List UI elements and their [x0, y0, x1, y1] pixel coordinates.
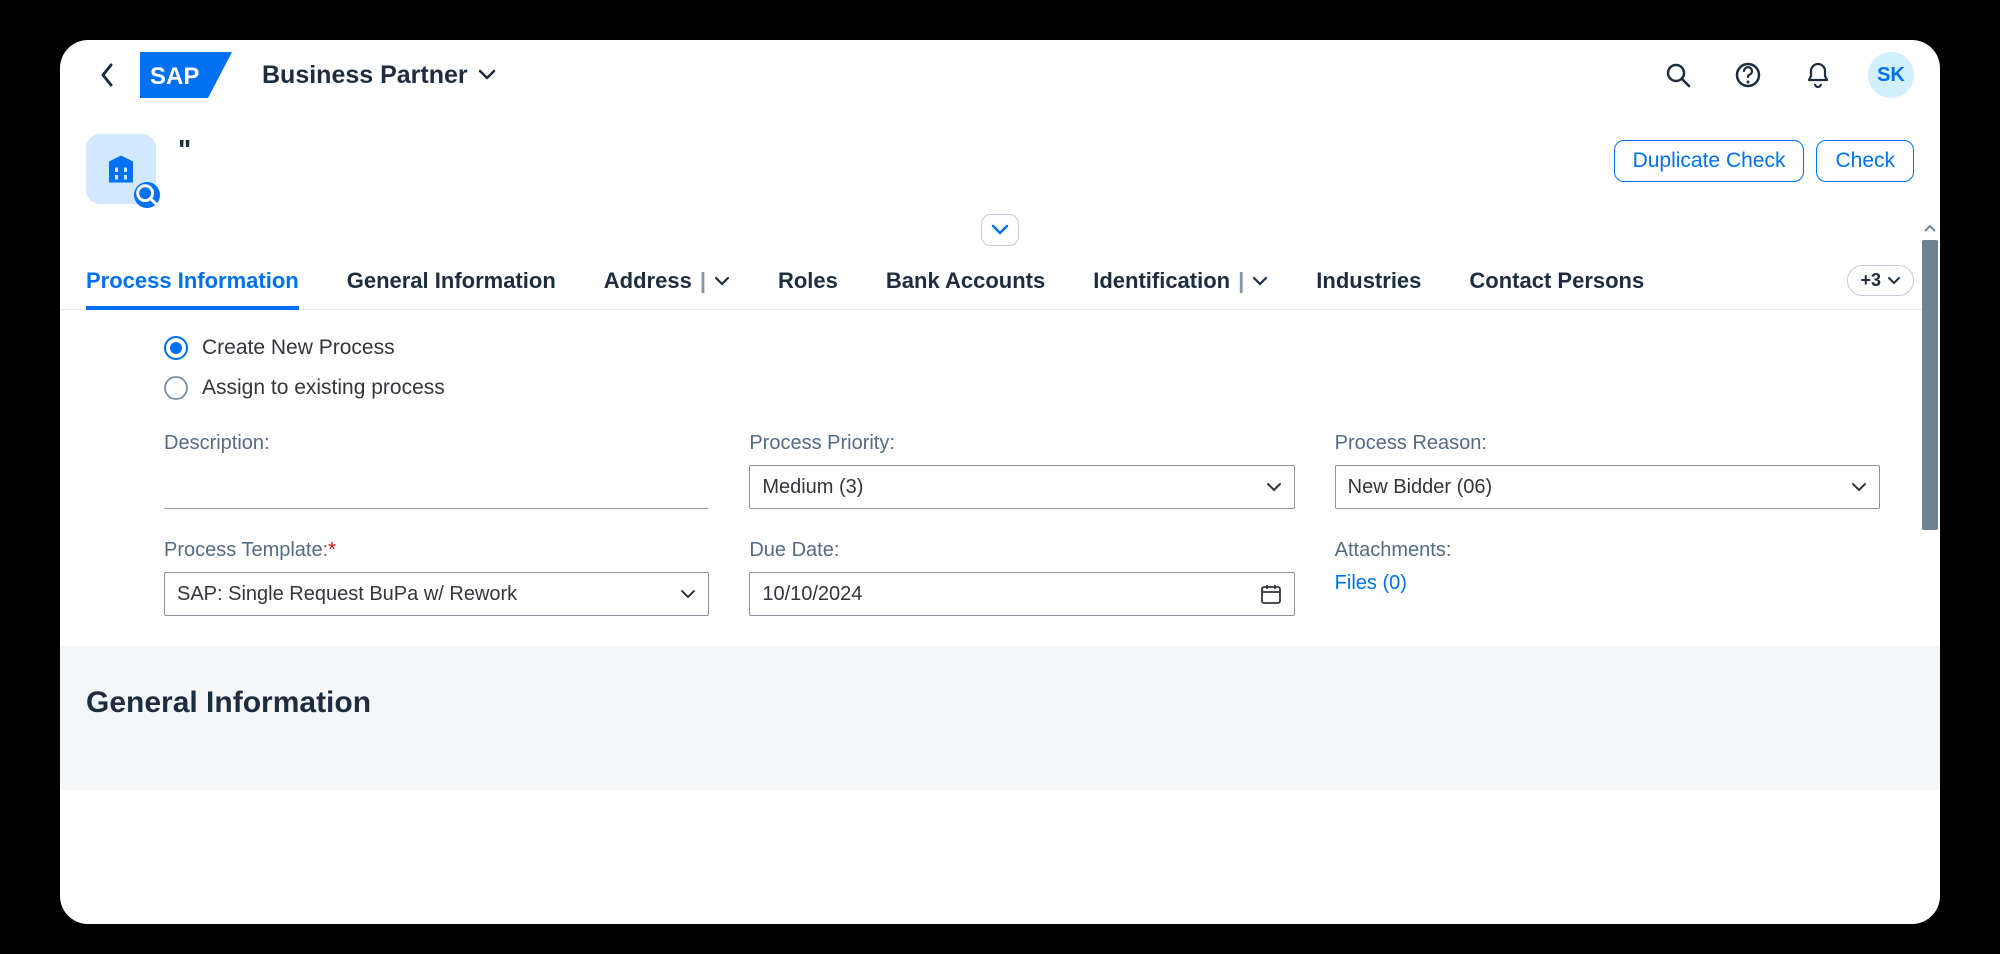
- tab-industries[interactable]: Industries: [1316, 252, 1421, 309]
- tab-label: Bank Accounts: [886, 268, 1045, 294]
- radio-create-process[interactable]: Create New Process: [120, 328, 1880, 368]
- notifications-button[interactable]: [1798, 55, 1838, 95]
- reason-select[interactable]: New Bidder (06): [1335, 465, 1880, 509]
- field-value: New Bidder (06): [1348, 476, 1493, 499]
- priority-select[interactable]: Medium (3): [749, 465, 1294, 509]
- radio-label: Create New Process: [202, 336, 395, 360]
- duplicate-check-button[interactable]: Duplicate Check: [1614, 140, 1805, 182]
- bell-icon: [1805, 61, 1831, 89]
- chevron-down-icon: [1887, 276, 1901, 285]
- field-process-priority: Process Priority: Medium (3): [749, 432, 1294, 509]
- tab-identification[interactable]: Identification|: [1093, 252, 1268, 309]
- general-information-section: [60, 730, 1940, 790]
- due-date-input[interactable]: 10/10/2024: [749, 572, 1294, 616]
- radio-label: Assign to existing process: [202, 376, 445, 400]
- avatar-initials: SK: [1877, 64, 1905, 87]
- radio-button[interactable]: [164, 376, 188, 400]
- tab-overflow-button[interactable]: +3: [1847, 265, 1914, 296]
- chevron-down-icon: [991, 224, 1009, 236]
- field-due-date: Due Date: 10/10/2024: [749, 539, 1294, 616]
- description-input[interactable]: [164, 465, 709, 509]
- tab-bank-accounts[interactable]: Bank Accounts: [886, 252, 1045, 309]
- chevron-down-icon: [1252, 276, 1268, 286]
- check-button[interactable]: Check: [1816, 140, 1914, 182]
- help-button[interactable]: [1728, 55, 1768, 95]
- header-expand-toggle[interactable]: [981, 214, 1019, 246]
- field-attachments: Attachments: Files (0): [1335, 539, 1880, 616]
- calendar-icon: [1260, 583, 1282, 605]
- attachments-link[interactable]: Files (0): [1335, 572, 1407, 594]
- chevron-down-icon: [680, 589, 696, 599]
- tab-label: Identification: [1093, 268, 1230, 294]
- tab-label: Roles: [778, 268, 838, 294]
- tab-process-information[interactable]: Process Information: [86, 252, 299, 309]
- tab-general-information[interactable]: General Information: [347, 252, 556, 309]
- object-badge: [134, 182, 160, 208]
- chevron-down-icon: [1851, 482, 1867, 492]
- field-value: 10/10/2024: [762, 583, 862, 606]
- back-button[interactable]: [86, 55, 126, 95]
- field-label: Process Template:*: [164, 539, 709, 562]
- field-value: SAP: Single Request BuPa w/ Rework: [177, 583, 517, 606]
- tab-contact-persons[interactable]: Contact Persons: [1469, 252, 1644, 309]
- tab-label: General Information: [347, 268, 556, 294]
- field-value: Medium (3): [762, 476, 863, 499]
- chevron-down-icon: [714, 276, 730, 286]
- field-label: Process Reason:: [1335, 432, 1880, 455]
- tab-label: Process Information: [86, 268, 299, 294]
- process-information-section: Create New Process Assign to existing pr…: [60, 310, 1940, 646]
- scrollbar-thumb[interactable]: [1922, 240, 1938, 530]
- tab-address[interactable]: Address|: [604, 252, 730, 309]
- chevron-down-icon: [1266, 482, 1282, 492]
- svg-text:SAP: SAP: [150, 63, 199, 90]
- tab-label: Contact Persons: [1469, 268, 1644, 294]
- tab-label: Industries: [1316, 268, 1421, 294]
- template-select[interactable]: SAP: Single Request BuPa w/ Rework: [164, 572, 709, 616]
- field-label: Description:: [164, 432, 709, 455]
- shell-header: SAP Business Partner SK: [60, 40, 1940, 110]
- tab-bar: Process Information General Information …: [60, 252, 1940, 310]
- field-process-template: Process Template:* SAP: Single Request B…: [164, 539, 709, 616]
- user-avatar[interactable]: SK: [1868, 52, 1914, 98]
- radio-assign-process[interactable]: Assign to existing process: [120, 368, 1880, 408]
- object-image: [86, 134, 156, 204]
- help-icon: [1734, 61, 1762, 89]
- sap-logo: SAP: [140, 52, 232, 98]
- chevron-left-icon: [97, 61, 115, 89]
- radio-button[interactable]: [164, 336, 188, 360]
- field-process-reason: Process Reason: New Bidder (06): [1335, 432, 1880, 509]
- overflow-count: +3: [1860, 270, 1881, 291]
- scrollbar-up[interactable]: [1922, 220, 1938, 236]
- field-description: Description:: [164, 432, 709, 509]
- shell-title[interactable]: Business Partner: [262, 61, 496, 90]
- field-label: Due Date:: [749, 539, 1294, 562]
- field-label: Process Priority:: [749, 432, 1294, 455]
- object-header: " Duplicate Check Check: [60, 110, 1940, 204]
- search-button[interactable]: [1658, 55, 1698, 95]
- search-badge-icon: [134, 177, 160, 213]
- tab-roles[interactable]: Roles: [778, 252, 838, 309]
- chevron-down-icon: [478, 69, 496, 81]
- tab-label: Address: [604, 268, 692, 294]
- shell-title-text: Business Partner: [262, 61, 468, 90]
- field-label: Attachments:: [1335, 539, 1880, 562]
- section-general-information-title: General Information: [60, 646, 1940, 730]
- search-icon: [1665, 62, 1691, 88]
- object-title: ": [178, 134, 191, 166]
